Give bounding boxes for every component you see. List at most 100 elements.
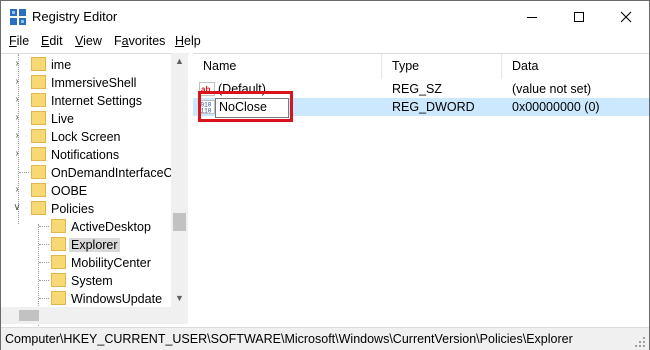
minimize-button[interactable] [509,1,555,32]
tree-item-label: ime [51,58,72,72]
column-separator[interactable] [381,54,382,79]
menu-favorites-label: vorites [128,34,166,48]
menu-view-accesskey: V [75,34,84,48]
maximize-button[interactable] [556,1,602,32]
registry-key-tree[interactable]: › ime › ImmersiveShell › Internet Settin… [1,53,190,328]
folder-icon [31,75,46,89]
menu-edit[interactable]: Edit [41,34,63,48]
tree-item-label: MobilityCenter [71,256,151,270]
folder-icon [51,291,66,305]
folder-icon [31,165,46,179]
value-type: REG_SZ [392,82,443,96]
status-bar: Computer\HKEY_CURRENT_USER\SOFTWARE\Micr… [1,327,649,350]
menu-favorites-accesskey: a [121,34,129,48]
menu-file[interactable]: File [9,34,29,48]
scrollbar-corner [171,307,188,324]
scroll-thumb[interactable] [173,213,186,231]
tree-guide-line [39,226,49,227]
close-button[interactable] [603,1,649,32]
tree-item[interactable]: › OOBE [1,182,171,200]
tree-guide-line [39,262,49,263]
chevron-right-icon[interactable]: › [12,94,22,106]
menu-bar: File Edit View Favorites Help [1,32,649,52]
open-folder-icon [31,201,46,215]
tree-vertical-scrollbar[interactable]: ▲ ▼ [171,53,188,307]
tree-guide-line [39,298,49,299]
tree-item-label: ImmersiveShell [51,76,137,90]
menu-view-label: iew [83,34,102,48]
registry-values-list[interactable]: Name Type Data ab (Default) REG_SZ (valu… [193,53,649,328]
tree-item-expanded[interactable]: ∨ Policies [1,200,171,218]
tree-item-selected[interactable]: Explorer [1,236,171,254]
menu-favorites[interactable]: Favorites [114,34,165,48]
menu-file-label: ile [16,34,30,48]
chevron-right-icon[interactable]: › [12,112,22,124]
folder-icon [31,111,46,125]
column-header-name[interactable]: Name [203,59,236,73]
close-icon [620,11,632,22]
tree-item[interactable]: WindowsUpdate [1,290,171,308]
tree-item-label: OOBE [51,184,88,198]
tree-horizontal-scrollbar[interactable] [1,307,171,324]
window-title: Registry Editor [32,9,118,24]
registry-editor-window: Registry Editor File Edit View Favorites… [0,0,650,350]
chevron-right-icon[interactable]: › [12,184,22,196]
resize-grip-icon[interactable] [634,336,646,348]
tree-guide-line [19,172,29,173]
tree-item-label: System [71,274,113,288]
title-bar[interactable]: Registry Editor [1,1,649,32]
tree-item[interactable]: System [1,272,171,290]
folder-icon [31,183,46,197]
chevron-down-icon[interactable]: ∨ [12,202,22,214]
chevron-right-icon[interactable]: › [12,58,22,70]
scroll-thumb[interactable] [19,310,39,321]
tree-item[interactable]: › ImmersiveShell [1,74,171,92]
tree-guide-line [39,280,49,281]
folder-icon [51,237,66,251]
tree-item-label: Lock Screen [51,130,121,144]
tree-item-label: ActiveDesktop [71,220,151,234]
tree-item[interactable]: ActiveDesktop [1,218,171,236]
tree-item[interactable]: › Lock Screen [1,128,171,146]
annotation-highlight-box [198,91,293,122]
folder-icon [51,255,66,269]
folder-icon [31,129,46,143]
menu-help[interactable]: Help [175,34,201,48]
tree-item[interactable]: › Notifications [1,146,171,164]
current-key-path: Computer\HKEY_CURRENT_USER\SOFTWARE\Micr… [5,332,573,346]
menu-help-label: elp [184,34,201,48]
tree-item[interactable]: › ime [1,56,171,74]
tree-item-label: Notifications [51,148,120,162]
folder-icon [51,219,66,233]
folder-icon [51,273,66,287]
value-data: (value not set) [512,82,592,96]
tree-item[interactable]: MobilityCenter [1,254,171,272]
tree-item[interactable]: › Live [1,110,171,128]
tree-item[interactable]: OnDemandInterfaceCa [1,164,180,182]
folder-icon [31,57,46,71]
menu-view[interactable]: View [75,34,102,48]
chevron-right-icon[interactable]: › [12,130,22,142]
scroll-down-arrow-icon[interactable]: ▼ [171,290,188,307]
registry-editor-app-icon [10,9,26,25]
scroll-up-arrow-icon[interactable]: ▲ [171,53,188,70]
chevron-right-icon[interactable]: › [12,148,22,160]
chevron-right-icon[interactable]: › [12,76,22,88]
tree-guide-line [39,244,49,245]
maximize-icon [574,11,584,22]
tree-item-label: Live [51,112,74,126]
column-header-type[interactable]: Type [392,59,419,73]
tree-item-label: Policies [51,202,95,216]
column-separator[interactable] [501,54,502,79]
value-data: 0x00000000 (0) [512,100,600,114]
minimize-icon [527,16,537,18]
folder-icon [31,147,46,161]
column-header-data[interactable]: Data [512,59,538,73]
tree-item-label: OnDemandInterfaceCa [51,166,180,180]
value-type: REG_DWORD [392,100,475,114]
tree-item-label: WindowsUpdate [71,292,163,306]
menu-help-accesskey: H [175,34,185,48]
tree-item[interactable]: › Internet Settings [1,92,171,110]
menu-file-accesskey: F [9,34,17,48]
tree-item-label: Explorer [69,238,120,252]
